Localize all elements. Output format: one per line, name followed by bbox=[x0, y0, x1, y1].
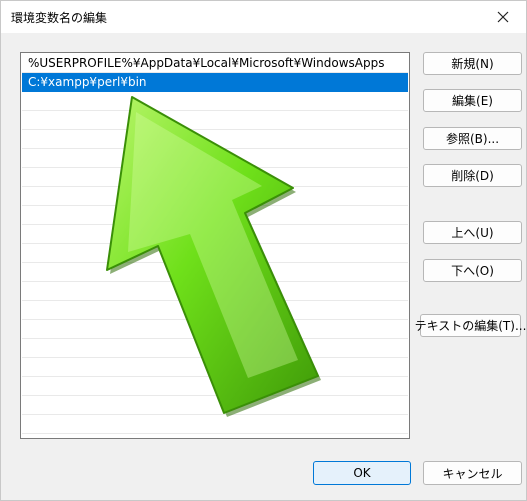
ok-button[interactable]: OK bbox=[313, 461, 411, 485]
empty-row[interactable] bbox=[22, 225, 408, 244]
empty-row[interactable] bbox=[22, 92, 408, 111]
empty-row[interactable] bbox=[22, 244, 408, 263]
empty-row[interactable] bbox=[22, 111, 408, 130]
empty-row[interactable] bbox=[22, 377, 408, 396]
empty-row[interactable] bbox=[22, 187, 408, 206]
path-list[interactable]: %USERPROFILE%¥AppData¥Local¥Microsoft¥Wi… bbox=[20, 52, 410, 439]
cancel-button[interactable]: キャンセル bbox=[423, 461, 522, 485]
empty-row[interactable] bbox=[22, 396, 408, 415]
list-item-text: C:¥xampp¥perl¥bin bbox=[28, 75, 147, 89]
empty-row[interactable] bbox=[22, 415, 408, 434]
delete-button[interactable]: 削除(D) bbox=[423, 164, 522, 187]
empty-row[interactable] bbox=[22, 339, 408, 358]
empty-row[interactable] bbox=[22, 149, 408, 168]
new-button[interactable]: 新規(N) bbox=[423, 52, 522, 75]
list-item-selected[interactable]: C:¥xampp¥perl¥bin bbox=[22, 73, 408, 92]
list-item[interactable]: %USERPROFILE%¥AppData¥Local¥Microsoft¥Wi… bbox=[22, 54, 408, 73]
empty-row[interactable] bbox=[22, 301, 408, 320]
empty-row[interactable] bbox=[22, 282, 408, 301]
list-item-text: %USERPROFILE%¥AppData¥Local¥Microsoft¥Wi… bbox=[28, 56, 385, 70]
move-up-button[interactable]: 上へ(U) bbox=[423, 221, 522, 244]
empty-row[interactable] bbox=[22, 358, 408, 377]
move-down-button[interactable]: 下へ(O) bbox=[423, 259, 522, 282]
edit-env-var-dialog: 環境変数名の編集 %USERPROFILE%¥AppData¥Local¥Mic… bbox=[0, 0, 527, 501]
browse-button[interactable]: 参照(B)... bbox=[423, 127, 522, 150]
empty-row[interactable] bbox=[22, 130, 408, 149]
dialog-title: 環境変数名の編集 bbox=[11, 11, 108, 25]
empty-row[interactable] bbox=[22, 263, 408, 282]
title-bar: 環境変数名の編集 bbox=[1, 1, 526, 33]
empty-row[interactable] bbox=[22, 168, 408, 187]
empty-row[interactable] bbox=[22, 320, 408, 339]
close-button[interactable] bbox=[480, 1, 526, 33]
empty-row[interactable] bbox=[22, 206, 408, 225]
edit-text-button[interactable]: テキストの編集(T)... bbox=[415, 314, 526, 337]
edit-button[interactable]: 編集(E) bbox=[423, 89, 522, 112]
close-icon bbox=[497, 11, 509, 23]
